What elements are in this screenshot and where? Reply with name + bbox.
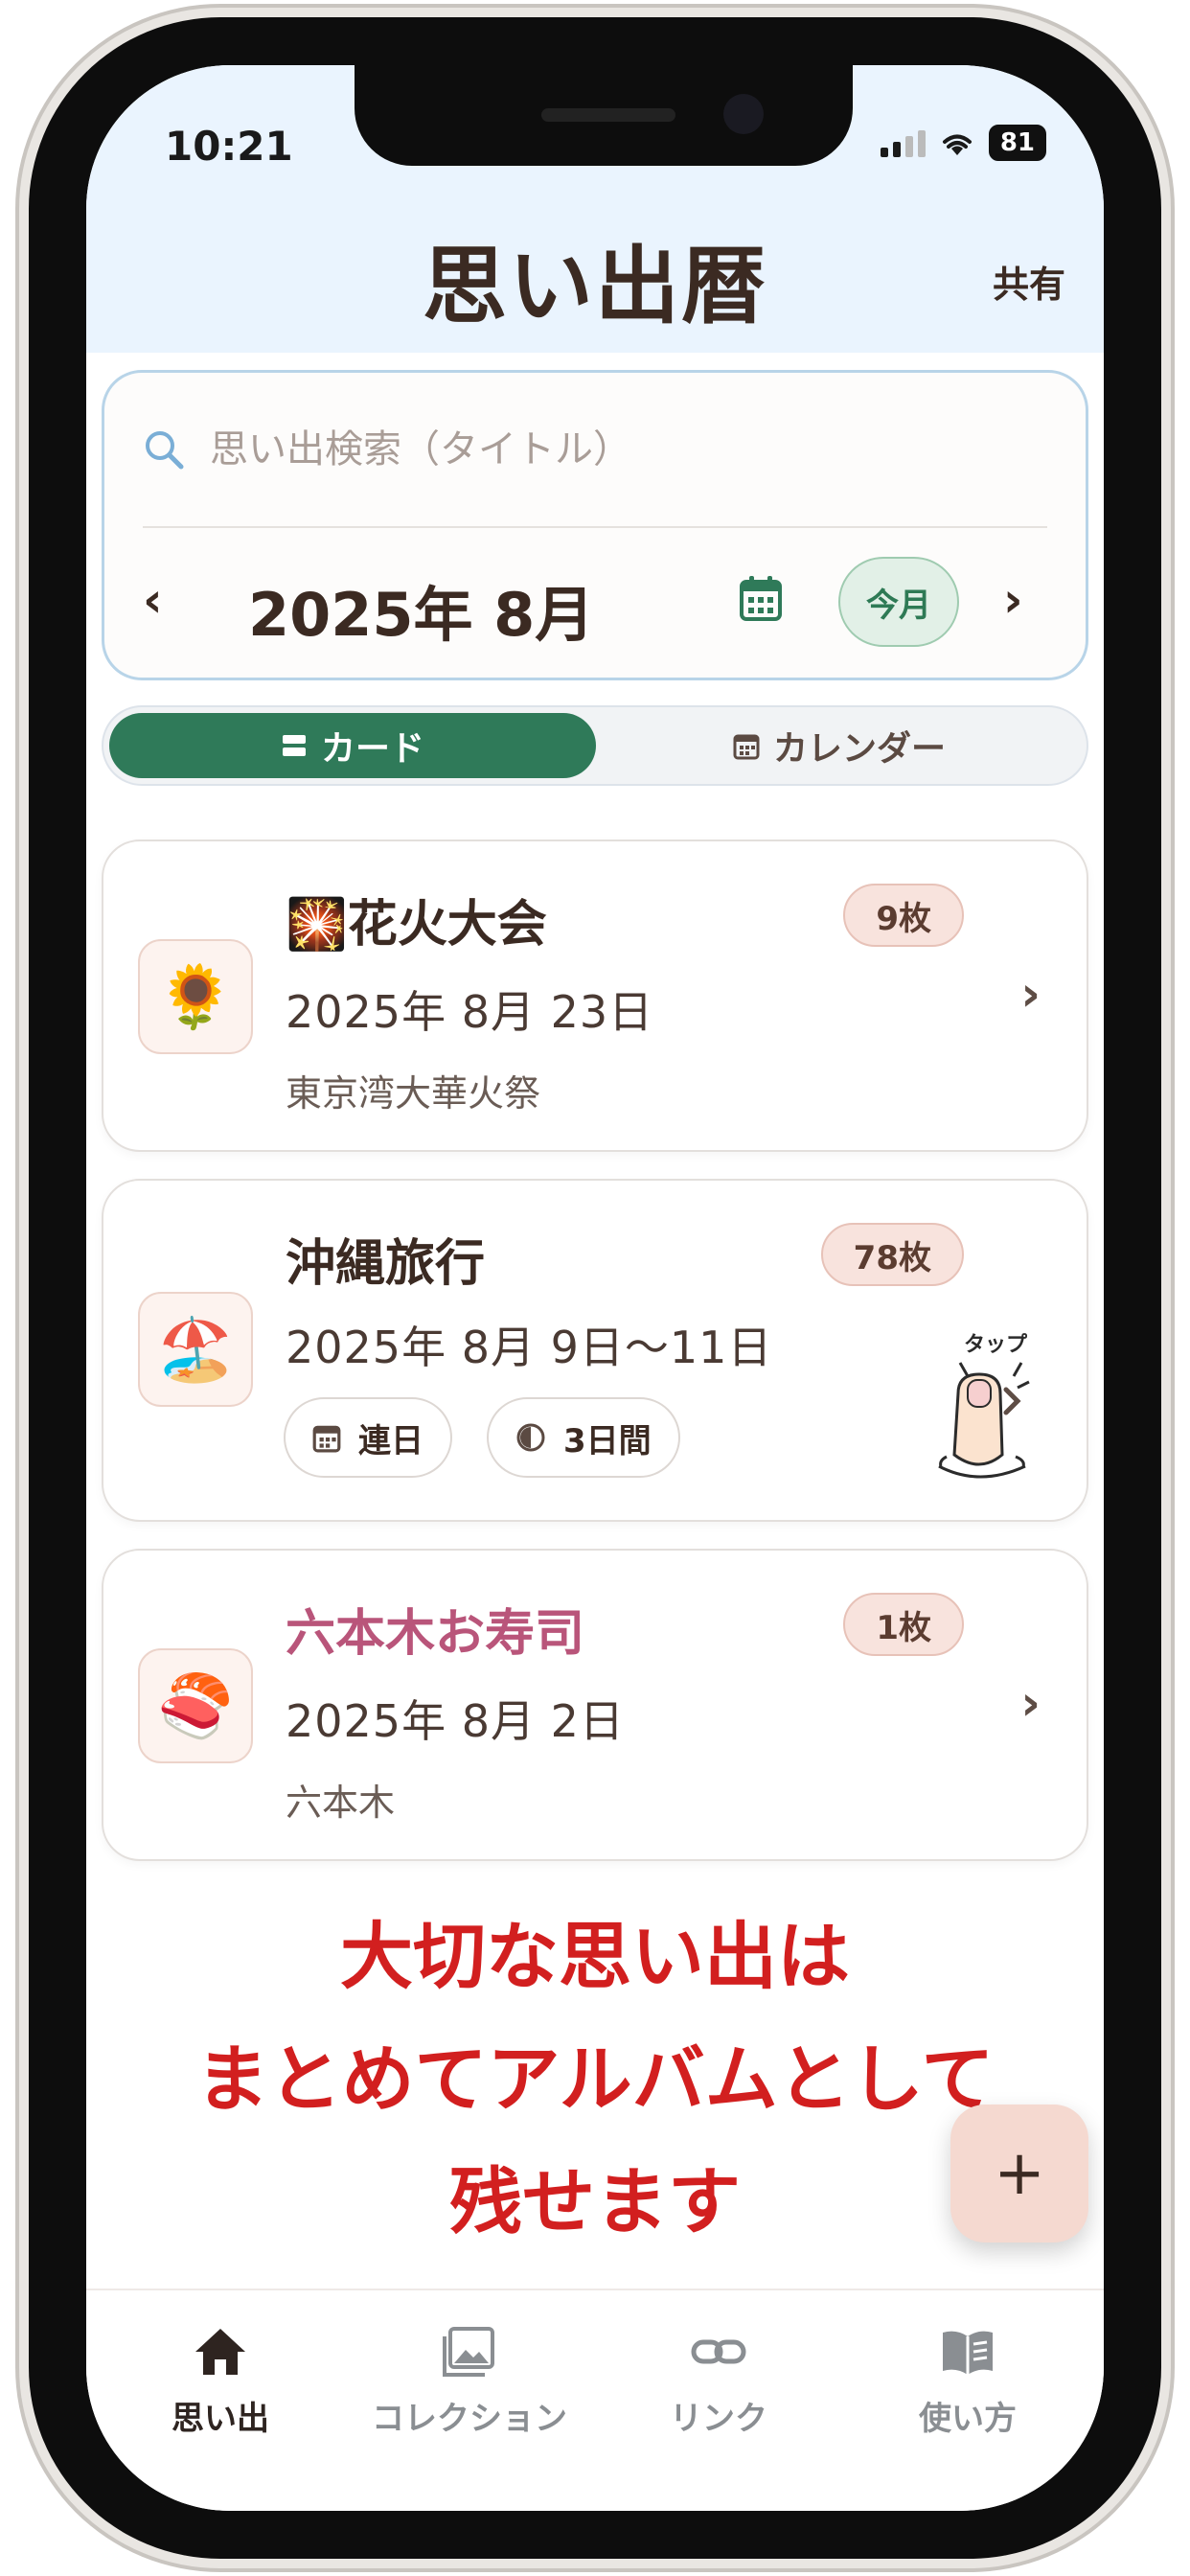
memory-thumbnail-icon: 🏖️ xyxy=(138,1292,253,1407)
calendar-view-label: カレンダー xyxy=(772,729,946,769)
tab-label: 使い方 xyxy=(919,2400,1017,2438)
phone-frame: 10:21 81 思い出暦 共有 思い出検索（タイトル） ‹ 2025年 8月 … xyxy=(29,17,1161,2559)
memory-date: 2025年 8月 9日〜11日 xyxy=(286,1322,773,1373)
chevron-right-icon: › xyxy=(1020,1675,1041,1731)
next-month-button[interactable]: › xyxy=(1003,572,1023,628)
fireworks-icon: 🎇 xyxy=(286,896,348,954)
gallery-icon xyxy=(443,2327,494,2377)
timer-icon xyxy=(516,1423,545,1452)
search-input[interactable] xyxy=(208,426,978,472)
current-month-label: 2025年 8月 xyxy=(248,580,595,650)
book-icon xyxy=(943,2331,993,2375)
calendar-picker-icon[interactable] xyxy=(739,574,783,622)
tab-links[interactable]: リンク xyxy=(604,2325,834,2439)
card-view-label: カード xyxy=(320,729,424,769)
device-notch xyxy=(355,65,853,166)
cellular-signal-icon xyxy=(880,128,926,157)
tab-collection[interactable]: コレクション xyxy=(355,2325,584,2439)
duration-chip: 3日間 xyxy=(487,1397,680,1478)
app-screen: 10:21 81 思い出暦 共有 思い出検索（タイトル） ‹ 2025年 8月 … xyxy=(86,65,1104,2511)
status-indicators: 81 xyxy=(880,125,1046,161)
memory-thumbnail-icon: 🍣 xyxy=(138,1648,253,1763)
battery-indicator: 81 xyxy=(988,125,1046,161)
calendar-icon xyxy=(733,734,760,760)
divider xyxy=(143,526,1047,528)
photo-count-badge: 78枚 xyxy=(820,1223,964,1286)
bottom-tab-bar: 思い出 コレクション リンク 使い方 xyxy=(86,2288,1104,2511)
memory-title: 沖縄旅行 xyxy=(286,1235,486,1293)
memory-title: 🎇花火大会 xyxy=(286,896,547,954)
memory-thumbnail-icon: 🌻 xyxy=(138,939,253,1054)
share-button[interactable]: 共有 xyxy=(993,255,1065,308)
photo-count-badge: 1枚 xyxy=(843,1593,964,1656)
memory-date: 2025年 8月 23日 xyxy=(286,986,654,1038)
memory-location: 六本木 xyxy=(286,1782,396,1824)
memory-location: 東京湾大華火祭 xyxy=(286,1072,541,1115)
add-memory-button[interactable]: + xyxy=(950,2104,1088,2242)
search-icon xyxy=(146,431,184,470)
memory-date: 2025年 8月 2日 xyxy=(286,1695,625,1747)
home-icon xyxy=(195,2329,245,2375)
tab-label: コレクション xyxy=(372,2400,567,2438)
view-toggle: カード カレンダー xyxy=(102,705,1088,786)
month-navigator: ‹ 2025年 8月 今月 › xyxy=(104,545,1091,660)
calendar-view-tab[interactable]: カレンダー xyxy=(596,713,1083,778)
tab-label: リンク xyxy=(670,2400,767,2438)
search-bar xyxy=(143,411,1049,488)
tab-memories[interactable]: 思い出 xyxy=(105,2325,335,2439)
memory-title: 六本木お寿司 xyxy=(286,1605,585,1663)
page-title: 思い出暦 xyxy=(422,237,767,335)
tab-how-to-use[interactable]: 使い方 xyxy=(853,2325,1083,2439)
card-view-tab[interactable]: カード xyxy=(109,713,596,778)
status-time: 10:21 xyxy=(165,123,293,170)
card-list-icon xyxy=(282,735,306,756)
photo-count-badge: 9枚 xyxy=(843,884,964,947)
tap-hint-hand-icon: タップ xyxy=(926,1330,1050,1497)
memory-card[interactable]: 🍣 六本木お寿司 2025年 8月 2日 六本木 1枚 › xyxy=(102,1549,1088,1861)
memory-card[interactable]: 🌻 🎇花火大会 2025年 8月 23日 東京湾大華火祭 9枚 › xyxy=(102,840,1088,1152)
search-panel: ‹ 2025年 8月 今月 › xyxy=(102,370,1088,680)
current-month-button[interactable]: 今月 xyxy=(838,557,959,647)
calendar-icon xyxy=(312,1425,341,1453)
chevron-right-icon: › xyxy=(1020,966,1041,1022)
consecutive-days-chip: 連日 xyxy=(284,1397,452,1478)
link-icon xyxy=(691,2339,746,2364)
svg-text:タップ: タップ xyxy=(964,1333,1028,1357)
wifi-icon xyxy=(942,134,972,155)
prev-month-button[interactable]: ‹ xyxy=(143,572,163,628)
tab-label: 思い出 xyxy=(172,2400,269,2438)
